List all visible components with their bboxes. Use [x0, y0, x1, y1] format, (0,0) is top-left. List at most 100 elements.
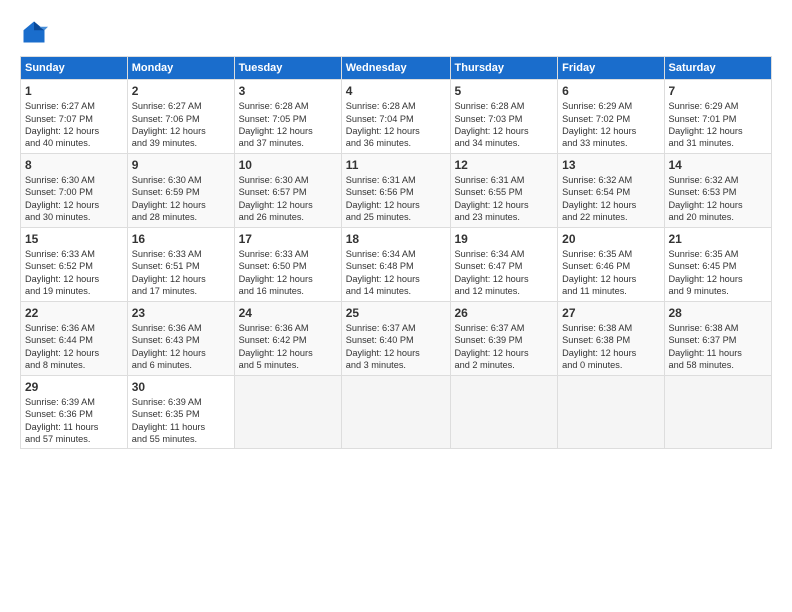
- day-number: 29: [25, 379, 123, 395]
- weekday-header-friday: Friday: [558, 57, 664, 80]
- day-number: 22: [25, 305, 123, 321]
- day-info: Sunrise: 6:31 AM Sunset: 6:56 PM Dayligh…: [346, 174, 446, 224]
- day-number: 18: [346, 231, 446, 247]
- day-number: 26: [455, 305, 554, 321]
- calendar-week-2: 8Sunrise: 6:30 AM Sunset: 7:00 PM Daylig…: [21, 153, 772, 227]
- day-info: Sunrise: 6:36 AM Sunset: 6:44 PM Dayligh…: [25, 322, 123, 372]
- calendar-cell: 6Sunrise: 6:29 AM Sunset: 7:02 PM Daylig…: [558, 80, 664, 154]
- calendar-header-row: SundayMondayTuesdayWednesdayThursdayFrid…: [21, 57, 772, 80]
- day-info: Sunrise: 6:39 AM Sunset: 6:35 PM Dayligh…: [132, 396, 230, 446]
- day-number: 20: [562, 231, 659, 247]
- day-info: Sunrise: 6:28 AM Sunset: 7:03 PM Dayligh…: [455, 100, 554, 150]
- calendar-table: SundayMondayTuesdayWednesdayThursdayFrid…: [20, 56, 772, 449]
- calendar-cell: 16Sunrise: 6:33 AM Sunset: 6:51 PM Dayli…: [127, 227, 234, 301]
- day-info: Sunrise: 6:27 AM Sunset: 7:06 PM Dayligh…: [132, 100, 230, 150]
- weekday-header-saturday: Saturday: [664, 57, 772, 80]
- day-number: 5: [455, 83, 554, 99]
- day-number: 23: [132, 305, 230, 321]
- calendar-cell: 11Sunrise: 6:31 AM Sunset: 6:56 PM Dayli…: [341, 153, 450, 227]
- day-number: 8: [25, 157, 123, 173]
- day-number: 12: [455, 157, 554, 173]
- day-number: 11: [346, 157, 446, 173]
- day-info: Sunrise: 6:38 AM Sunset: 6:38 PM Dayligh…: [562, 322, 659, 372]
- day-number: 9: [132, 157, 230, 173]
- day-number: 13: [562, 157, 659, 173]
- calendar-cell: 5Sunrise: 6:28 AM Sunset: 7:03 PM Daylig…: [450, 80, 558, 154]
- day-info: Sunrise: 6:31 AM Sunset: 6:55 PM Dayligh…: [455, 174, 554, 224]
- day-number: 27: [562, 305, 659, 321]
- weekday-header-thursday: Thursday: [450, 57, 558, 80]
- day-number: 25: [346, 305, 446, 321]
- calendar-cell: 26Sunrise: 6:37 AM Sunset: 6:39 PM Dayli…: [450, 301, 558, 375]
- day-number: 24: [239, 305, 337, 321]
- day-number: 10: [239, 157, 337, 173]
- calendar-cell: 17Sunrise: 6:33 AM Sunset: 6:50 PM Dayli…: [234, 227, 341, 301]
- calendar-cell: 18Sunrise: 6:34 AM Sunset: 6:48 PM Dayli…: [341, 227, 450, 301]
- day-info: Sunrise: 6:32 AM Sunset: 6:53 PM Dayligh…: [669, 174, 768, 224]
- calendar-cell: [234, 375, 341, 449]
- day-info: Sunrise: 6:39 AM Sunset: 6:36 PM Dayligh…: [25, 396, 123, 446]
- day-info: Sunrise: 6:35 AM Sunset: 6:46 PM Dayligh…: [562, 248, 659, 298]
- calendar-cell: 25Sunrise: 6:37 AM Sunset: 6:40 PM Dayli…: [341, 301, 450, 375]
- calendar-cell: 20Sunrise: 6:35 AM Sunset: 6:46 PM Dayli…: [558, 227, 664, 301]
- calendar-week-4: 22Sunrise: 6:36 AM Sunset: 6:44 PM Dayli…: [21, 301, 772, 375]
- calendar-cell: 23Sunrise: 6:36 AM Sunset: 6:43 PM Dayli…: [127, 301, 234, 375]
- day-number: 1: [25, 83, 123, 99]
- calendar-cell: 27Sunrise: 6:38 AM Sunset: 6:38 PM Dayli…: [558, 301, 664, 375]
- day-info: Sunrise: 6:36 AM Sunset: 6:42 PM Dayligh…: [239, 322, 337, 372]
- calendar-week-3: 15Sunrise: 6:33 AM Sunset: 6:52 PM Dayli…: [21, 227, 772, 301]
- day-info: Sunrise: 6:33 AM Sunset: 6:50 PM Dayligh…: [239, 248, 337, 298]
- day-info: Sunrise: 6:38 AM Sunset: 6:37 PM Dayligh…: [669, 322, 768, 372]
- day-number: 15: [25, 231, 123, 247]
- calendar-cell: [450, 375, 558, 449]
- day-number: 6: [562, 83, 659, 99]
- day-info: Sunrise: 6:33 AM Sunset: 6:51 PM Dayligh…: [132, 248, 230, 298]
- day-info: Sunrise: 6:28 AM Sunset: 7:05 PM Dayligh…: [239, 100, 337, 150]
- day-info: Sunrise: 6:30 AM Sunset: 6:57 PM Dayligh…: [239, 174, 337, 224]
- day-number: 21: [669, 231, 768, 247]
- calendar-cell: 14Sunrise: 6:32 AM Sunset: 6:53 PM Dayli…: [664, 153, 772, 227]
- day-number: 2: [132, 83, 230, 99]
- day-number: 30: [132, 379, 230, 395]
- day-number: 7: [669, 83, 768, 99]
- calendar-cell: 9Sunrise: 6:30 AM Sunset: 6:59 PM Daylig…: [127, 153, 234, 227]
- calendar-cell: 7Sunrise: 6:29 AM Sunset: 7:01 PM Daylig…: [664, 80, 772, 154]
- day-number: 4: [346, 83, 446, 99]
- day-info: Sunrise: 6:28 AM Sunset: 7:04 PM Dayligh…: [346, 100, 446, 150]
- calendar-cell: 3Sunrise: 6:28 AM Sunset: 7:05 PM Daylig…: [234, 80, 341, 154]
- calendar-cell: 13Sunrise: 6:32 AM Sunset: 6:54 PM Dayli…: [558, 153, 664, 227]
- day-info: Sunrise: 6:34 AM Sunset: 6:48 PM Dayligh…: [346, 248, 446, 298]
- day-info: Sunrise: 6:29 AM Sunset: 7:01 PM Dayligh…: [669, 100, 768, 150]
- day-info: Sunrise: 6:37 AM Sunset: 6:39 PM Dayligh…: [455, 322, 554, 372]
- calendar-cell: 8Sunrise: 6:30 AM Sunset: 7:00 PM Daylig…: [21, 153, 128, 227]
- day-info: Sunrise: 6:34 AM Sunset: 6:47 PM Dayligh…: [455, 248, 554, 298]
- day-info: Sunrise: 6:35 AM Sunset: 6:45 PM Dayligh…: [669, 248, 768, 298]
- calendar-cell: 2Sunrise: 6:27 AM Sunset: 7:06 PM Daylig…: [127, 80, 234, 154]
- day-info: Sunrise: 6:30 AM Sunset: 6:59 PM Dayligh…: [132, 174, 230, 224]
- calendar-week-5: 29Sunrise: 6:39 AM Sunset: 6:36 PM Dayli…: [21, 375, 772, 449]
- calendar-cell: 21Sunrise: 6:35 AM Sunset: 6:45 PM Dayli…: [664, 227, 772, 301]
- calendar-cell: 4Sunrise: 6:28 AM Sunset: 7:04 PM Daylig…: [341, 80, 450, 154]
- day-number: 19: [455, 231, 554, 247]
- calendar-cell: 10Sunrise: 6:30 AM Sunset: 6:57 PM Dayli…: [234, 153, 341, 227]
- calendar-cell: 1Sunrise: 6:27 AM Sunset: 7:07 PM Daylig…: [21, 80, 128, 154]
- weekday-header-sunday: Sunday: [21, 57, 128, 80]
- calendar-cell: 30Sunrise: 6:39 AM Sunset: 6:35 PM Dayli…: [127, 375, 234, 449]
- day-info: Sunrise: 6:37 AM Sunset: 6:40 PM Dayligh…: [346, 322, 446, 372]
- day-number: 14: [669, 157, 768, 173]
- calendar-cell: [341, 375, 450, 449]
- logo: [20, 18, 52, 46]
- day-info: Sunrise: 6:29 AM Sunset: 7:02 PM Dayligh…: [562, 100, 659, 150]
- day-info: Sunrise: 6:33 AM Sunset: 6:52 PM Dayligh…: [25, 248, 123, 298]
- calendar-cell: 19Sunrise: 6:34 AM Sunset: 6:47 PM Dayli…: [450, 227, 558, 301]
- calendar-cell: 24Sunrise: 6:36 AM Sunset: 6:42 PM Dayli…: [234, 301, 341, 375]
- logo-icon: [20, 18, 48, 46]
- calendar-cell: 29Sunrise: 6:39 AM Sunset: 6:36 PM Dayli…: [21, 375, 128, 449]
- calendar-cell: [558, 375, 664, 449]
- calendar-cell: 12Sunrise: 6:31 AM Sunset: 6:55 PM Dayli…: [450, 153, 558, 227]
- header: [20, 18, 772, 46]
- day-number: 17: [239, 231, 337, 247]
- calendar-week-1: 1Sunrise: 6:27 AM Sunset: 7:07 PM Daylig…: [21, 80, 772, 154]
- weekday-header-tuesday: Tuesday: [234, 57, 341, 80]
- day-number: 16: [132, 231, 230, 247]
